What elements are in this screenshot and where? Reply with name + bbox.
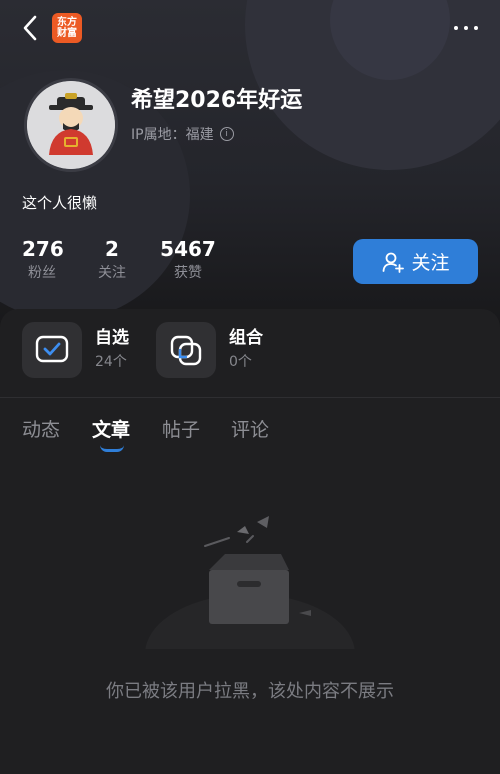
content-sheet: 自选 24个 组合 0个 动态 文章 帖子 评论 你已被该用户拉黑，该处内容不展…	[0, 309, 500, 774]
more-dot	[464, 26, 468, 30]
tab-posts[interactable]: 帖子	[162, 415, 200, 442]
tile-icon-box	[22, 322, 82, 378]
empty-state-message: 你已被该用户拉黑，该处内容不展示	[106, 681, 394, 702]
top-bar: 东方 财富	[0, 0, 500, 56]
follow-button-label: 关注	[411, 252, 450, 274]
active-tab-indicator	[100, 445, 124, 452]
chevron-left-icon	[23, 15, 37, 41]
app-logo[interactable]: 东方 财富	[52, 13, 82, 43]
stat-label: 关注	[98, 265, 126, 281]
tile-title: 组合	[229, 328, 263, 348]
profile-page: 东方 财富 希望2026年好运 IP属地：福建 i 这个人很懒 276 粉丝 2…	[0, 0, 500, 774]
stat-label: 获赞	[174, 265, 202, 281]
tile-icon-box	[156, 322, 216, 378]
info-icon[interactable]: i	[219, 127, 234, 141]
ip-location: IP属地：福建 i	[131, 124, 234, 144]
tile-subtitle: 0个	[229, 354, 252, 370]
avatar[interactable]	[24, 78, 118, 172]
checkbox-icon	[35, 335, 69, 363]
tile-subtitle: 24个	[95, 354, 127, 370]
tile-portfolio[interactable]: 组合 0个	[156, 322, 263, 378]
stat-value: 5467	[160, 237, 216, 261]
more-dot	[474, 26, 478, 30]
tile-title: 自选	[95, 328, 129, 348]
stat-value: 276	[22, 237, 64, 261]
stat-label: 粉丝	[28, 265, 56, 281]
follow-button[interactable]: 关注	[353, 239, 478, 284]
stat-likes[interactable]: 5467 获赞	[160, 236, 216, 284]
username: 希望2026年好运	[131, 88, 303, 113]
stat-following[interactable]: 2 关注	[92, 236, 132, 284]
stat-value: 2	[105, 237, 119, 261]
portfolio-icon	[170, 335, 202, 366]
empty-box-icon	[145, 516, 355, 649]
content-tabs: 动态 文章 帖子 评论	[0, 409, 500, 459]
app-logo-line2: 财富	[57, 28, 77, 39]
more-options-button[interactable]	[450, 18, 482, 38]
stat-fans[interactable]: 276 粉丝	[22, 236, 64, 284]
tab-activity[interactable]: 动态	[22, 415, 60, 442]
app-logo-line1: 东方	[57, 17, 77, 28]
user-add-icon	[383, 252, 405, 273]
back-button[interactable]	[14, 12, 46, 44]
tile-watchlist[interactable]: 自选 24个	[22, 322, 129, 378]
divider	[0, 397, 500, 398]
more-dot	[454, 26, 458, 30]
tab-comments[interactable]: 评论	[231, 415, 269, 442]
tile-text: 组合 0个	[229, 326, 263, 374]
bio: 这个人很懒	[22, 194, 98, 212]
tab-articles[interactable]: 文章	[92, 415, 130, 442]
ip-location-label: IP属地：福建	[131, 127, 214, 143]
tile-text: 自选 24个	[95, 326, 129, 374]
caishen-avatar-icon	[27, 81, 115, 169]
